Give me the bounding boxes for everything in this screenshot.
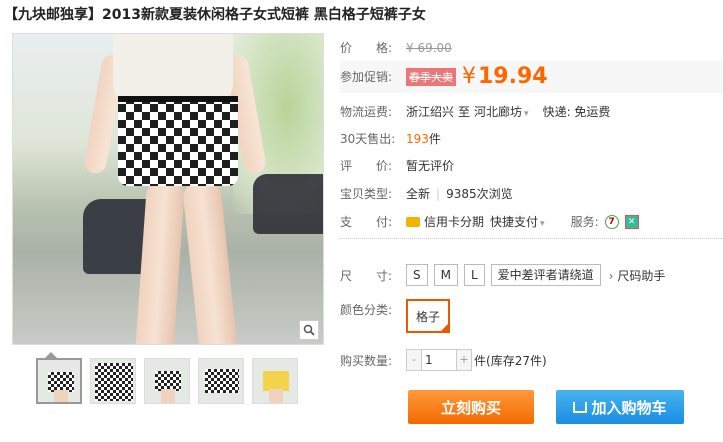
magnifier-icon[interactable] <box>299 320 319 340</box>
thumbnail-1[interactable] <box>36 358 82 404</box>
cart-icon <box>573 401 588 413</box>
sales-label: 30天售出: <box>340 132 396 146</box>
color-label: 颜色分类: <box>340 303 393 317</box>
thumbnail-4[interactable] <box>198 358 244 404</box>
payment-label: 支 付: <box>340 215 393 229</box>
size-option-m[interactable]: M <box>433 264 458 286</box>
size-option-l[interactable]: L <box>463 264 485 286</box>
shipping-label: 物流运费: <box>340 105 393 119</box>
checkered-shorts <box>118 96 238 186</box>
ship-to-prefix: 至 <box>458 105 471 119</box>
selected-check-icon <box>440 323 449 332</box>
item-type-row: 宝贝类型: 全新 | 9385次浏览 <box>340 185 513 202</box>
size-row: 尺 寸: S M L 爱中差评者请绕道 › 尺码助手 <box>340 264 665 286</box>
quantity-unit: 件 <box>474 353 487 368</box>
sales-row: 30天售出: 193 件 <box>340 130 441 147</box>
sale-price: 19.94 <box>478 64 548 89</box>
sales-count: 193 <box>406 131 429 146</box>
divider <box>340 238 723 239</box>
add-to-cart-label: 加入购物车 <box>591 398 667 417</box>
promo-tag: 春季大卖 <box>406 67 456 86</box>
review-row: 评 价: 暂无评价 <box>340 157 454 174</box>
size-helper-label: 尺码助手 <box>617 268 666 283</box>
size-option-s[interactable]: S <box>406 264 428 286</box>
seven-day-return-icon[interactable]: 7 <box>604 214 619 229</box>
item-type-label: 宝贝类型: <box>340 187 393 201</box>
color-option-plaid[interactable]: 格子 <box>406 299 450 333</box>
chevron-down-icon: ▾ <box>524 109 529 119</box>
quantity-stepper: - 1 + <box>406 349 472 371</box>
add-to-cart-button[interactable]: 加入购物车 <box>556 390 684 424</box>
ship-to-select[interactable]: 河北廊坊 ▾ <box>474 103 529 120</box>
credit-installment[interactable]: 信用卡分期 <box>424 213 484 230</box>
quick-pay-label: 快捷支付 <box>490 215 539 229</box>
quick-pay[interactable]: 快捷支付 ▾ <box>490 213 545 230</box>
quantity-row: 购买数量: - 1 + 件 (库存27件) <box>340 349 547 371</box>
quantity-minus-button[interactable]: - <box>407 350 421 370</box>
service-label: 服务: <box>570 215 599 229</box>
thumbnail-strip <box>36 358 298 404</box>
buy-now-label: 立刻购买 <box>440 398 501 417</box>
chevron-right-icon: › <box>608 268 614 283</box>
guarantee-icon[interactable]: ✕ <box>624 214 639 229</box>
credit-card-icon <box>406 216 420 227</box>
color-option-label: 格子 <box>415 309 440 324</box>
thumbnail-2[interactable] <box>90 358 136 404</box>
ship-from: 浙江绍兴 <box>406 105 455 119</box>
size-option-note[interactable]: 爱中差评者请绕道 <box>490 264 601 286</box>
stock-count: (库存27件) <box>486 353 547 368</box>
sales-unit: 件 <box>428 132 441 146</box>
review-label: 评 价: <box>340 159 393 173</box>
item-condition: 全新 <box>406 187 431 201</box>
chevron-down-icon: ▾ <box>540 219 545 229</box>
quantity-input[interactable]: 1 <box>421 350 457 370</box>
promo-label: 参加促销: <box>340 70 393 84</box>
divider: | <box>436 186 441 201</box>
quantity-label: 购买数量: <box>340 353 393 368</box>
currency-symbol: ¥ <box>462 64 476 89</box>
buy-now-button[interactable]: 立刻购买 <box>408 390 534 424</box>
thumbnail-3[interactable] <box>144 358 190 404</box>
size-label: 尺 寸: <box>340 268 393 283</box>
review-value: 暂无评价 <box>406 159 455 173</box>
product-title: 【九块邮独享】2013新款夏装休闲格子女式短裤 黑白格子短裤子女 <box>4 7 426 23</box>
original-price: ¥ 69.00 <box>406 40 452 55</box>
express-fee: 快递: 免运费 <box>542 105 611 119</box>
main-product-image[interactable] <box>12 33 324 345</box>
thumbnail-5[interactable] <box>252 358 298 404</box>
quantity-plus-button[interactable]: + <box>457 350 471 370</box>
ship-to: 河北廊坊 <box>474 105 523 119</box>
color-row: 颜色分类: 格子 <box>340 299 450 333</box>
price-row: 价 格: ¥ 69.00 <box>340 39 452 56</box>
promo-row: 参加促销: 春季大卖 ¥ 19.94 <box>340 64 548 89</box>
view-count: 9385次浏览 <box>446 187 513 201</box>
size-helper-link[interactable]: › 尺码助手 <box>609 267 666 284</box>
payment-row: 支 付: 信用卡分期 快捷支付 ▾ 服务: 7 ✕ <box>340 213 639 230</box>
shipping-row: 物流运费: 浙江绍兴 至 河北廊坊 ▾ 快递: 免运费 <box>340 103 610 120</box>
price-label: 价 格: <box>340 41 393 55</box>
